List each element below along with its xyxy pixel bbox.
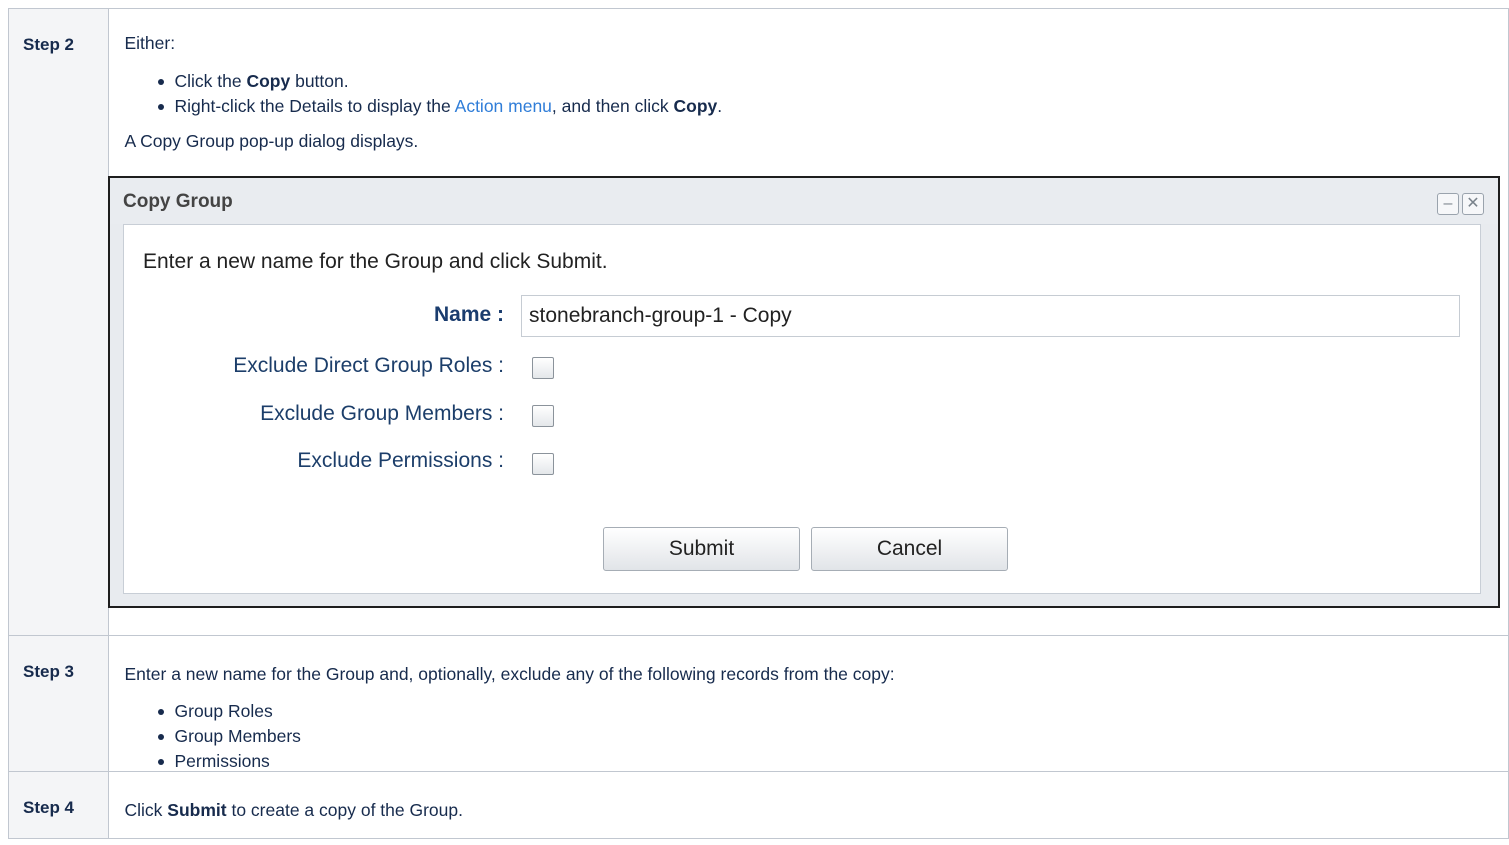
step-intro: Either: — [124, 32, 176, 53]
step-label: Step 4 — [8, 771, 109, 839]
list-item: Group Roles — [157, 699, 1505, 724]
name-label: Name : — [433, 303, 504, 326]
dialog-message: Enter a new name for the Group and click… — [143, 250, 608, 273]
dialog-title: Copy Group — [110, 178, 1498, 224]
exclude-permissions-checkbox[interactable] — [532, 453, 554, 475]
exclude-members-label: Exclude Group Members : — [260, 402, 504, 425]
step-label: Step 2 — [8, 8, 109, 636]
exclude-roles-checkbox[interactable] — [532, 357, 554, 379]
close-icon[interactable]: ✕ — [1462, 193, 1484, 215]
list-item: Click the Copy button. — [157, 69, 1505, 94]
list-item: Group Members — [157, 724, 1505, 749]
action-menu-link[interactable]: Action menu — [455, 96, 552, 116]
dialog-body: Enter a new name for the Group and click… — [123, 224, 1481, 594]
minimize-icon[interactable]: – — [1437, 193, 1459, 215]
step-label: Step 3 — [8, 635, 109, 772]
step-intro: Enter a new name for the Group and, opti… — [124, 663, 895, 684]
exclude-permissions-label: Exclude Permissions : — [297, 449, 504, 472]
option-list: Click the Copy button. Right-click the D… — [125, 69, 1505, 119]
list-item: Right-click the Details to display the A… — [157, 94, 1505, 119]
step-row: Step 4 Click Submit to create a copy of … — [8, 771, 1509, 839]
name-input[interactable]: stonebranch-group-1 - Copy — [521, 295, 1460, 337]
step-row: Step 3 Enter a new name for the Group an… — [8, 635, 1509, 774]
copy-group-dialog: Copy Group – ✕ Enter a new name for the … — [108, 176, 1500, 608]
step-text: Click Submit to create a copy of the Gro… — [124, 799, 463, 820]
step-outro: A Copy Group pop-up dialog displays. — [124, 130, 419, 151]
cancel-button[interactable]: Cancel — [811, 527, 1008, 571]
submit-button[interactable]: Submit — [603, 527, 800, 571]
records-list: Group Roles Group Members Permissions — [125, 699, 1505, 774]
list-item: Permissions — [157, 749, 1505, 774]
exclude-members-checkbox[interactable] — [532, 405, 554, 427]
exclude-roles-label: Exclude Direct Group Roles : — [233, 354, 504, 377]
step-content: Enter a new name for the Group and, opti… — [108, 635, 1509, 774]
step-content: Click Submit to create a copy of the Gro… — [108, 771, 1509, 839]
